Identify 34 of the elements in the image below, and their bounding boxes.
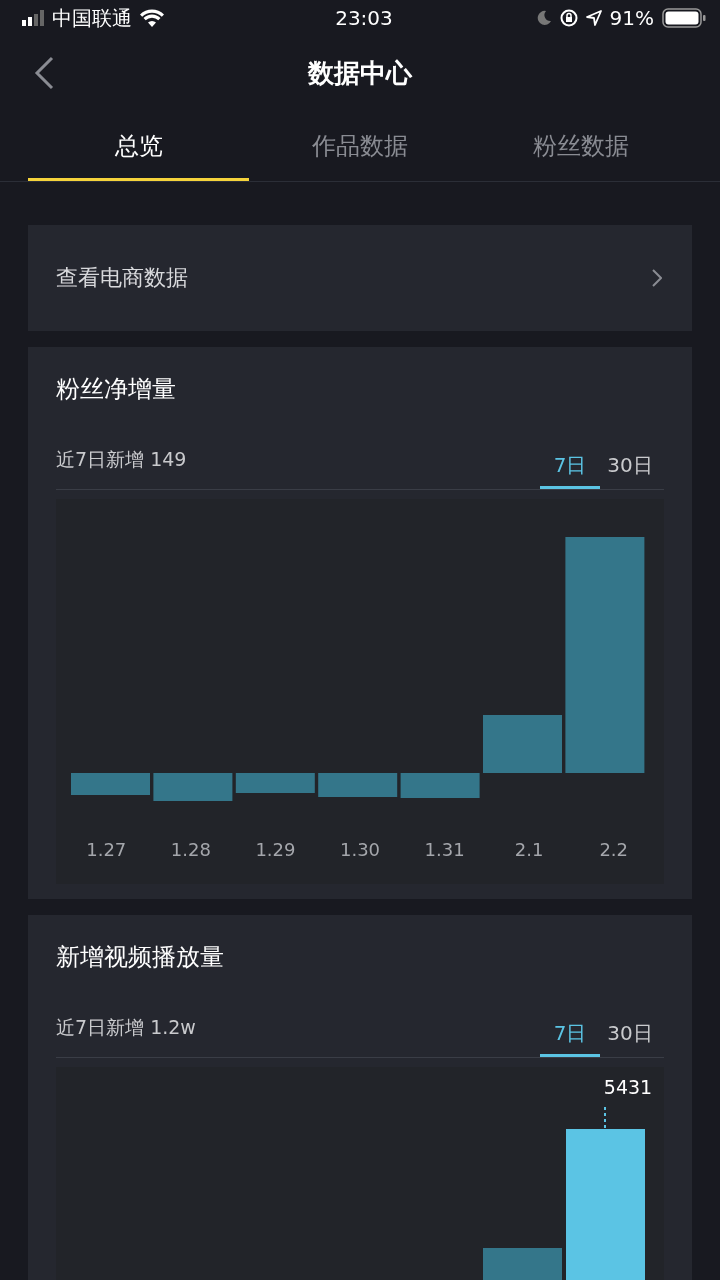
axis-label: 1.31 (423, 839, 466, 860)
axis-label: 1.28 (169, 839, 212, 860)
axis-label: 2.1 (513, 839, 545, 860)
axis-label: 1.29 (254, 839, 297, 860)
leader-line (604, 1106, 606, 1130)
carrier-name: 中国联通 (52, 4, 132, 32)
location-arrow-icon (585, 10, 602, 26)
value-label: 5431 (602, 1076, 654, 1098)
link-label: 查看电商数据 (56, 264, 188, 292)
axis-label: 1.30 (338, 839, 382, 860)
tab[interactable]: 作品数据 (249, 110, 471, 181)
wifi-icon (140, 9, 164, 27)
battery-percent: 91% (609, 6, 654, 30)
back-icon[interactable] (34, 56, 54, 90)
shop-data-link[interactable]: 查看电商数据 (28, 225, 692, 331)
clock-time: 23:03 (335, 6, 393, 30)
tab[interactable]: 总览 (28, 110, 250, 181)
range-tab[interactable]: 7日 (540, 441, 600, 489)
signal-icon (22, 10, 44, 26)
range-tab[interactable]: 30日 (600, 1009, 660, 1057)
battery-icon (662, 8, 706, 28)
page-title: 数据中心 (308, 56, 412, 90)
axis-label: 2.2 (598, 839, 629, 860)
card-title: 粉丝净增量 (56, 374, 177, 405)
rotation-lock-icon (559, 9, 578, 27)
chevron-right-icon (652, 269, 662, 287)
summary-text: 近7日新增 149 (56, 447, 187, 472)
card-title: 新增视频播放量 (56, 942, 225, 973)
axis-label: 1.27 (85, 839, 128, 860)
moon-icon (535, 10, 552, 26)
range-tab[interactable]: 30日 (600, 441, 660, 489)
range-tab[interactable]: 7日 (540, 1009, 600, 1057)
tab[interactable]: 粉丝数据 (470, 110, 692, 181)
summary-text: 近7日新增 1.2w (56, 1015, 196, 1040)
